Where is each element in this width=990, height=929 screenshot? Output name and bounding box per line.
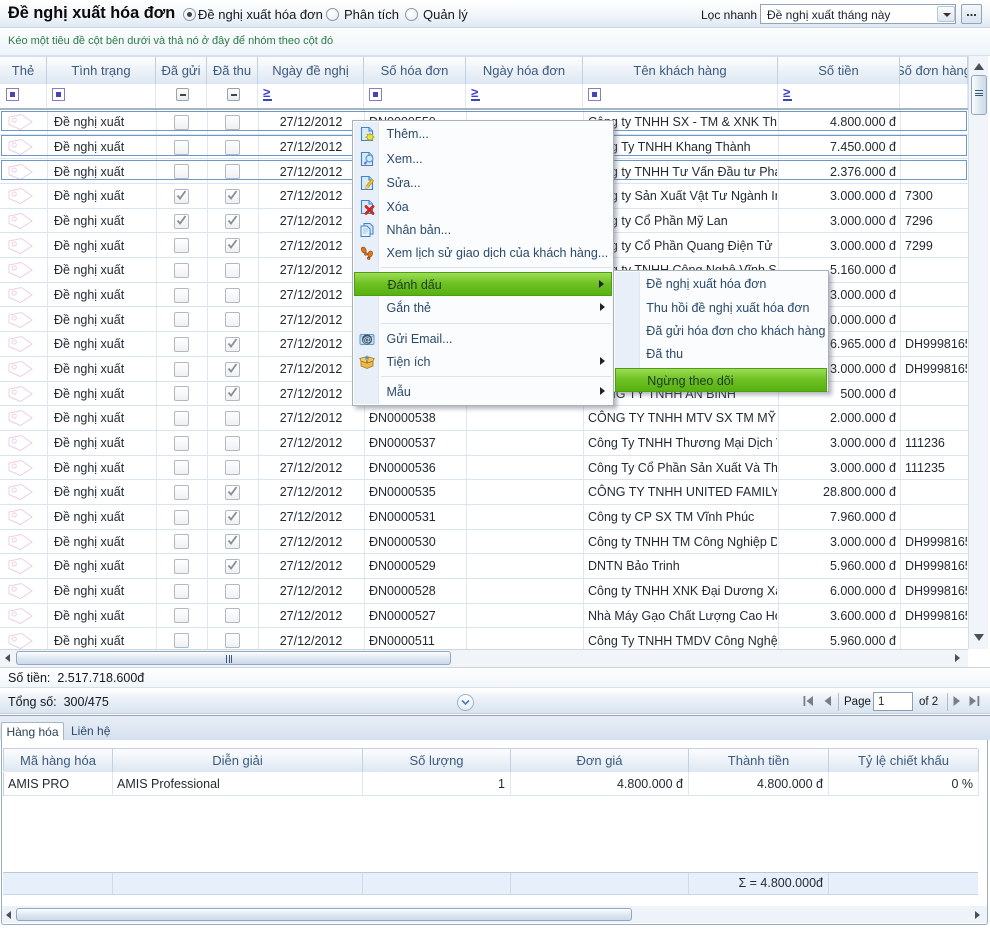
svg-text:@: @ <box>362 335 370 345</box>
